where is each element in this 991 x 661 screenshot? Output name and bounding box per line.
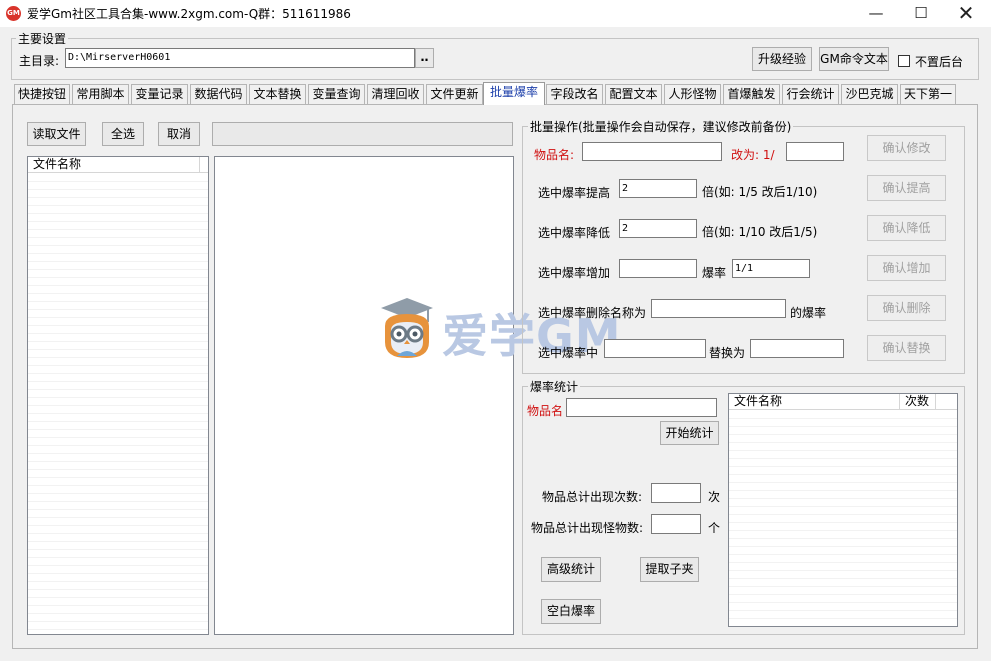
delete-label: 选中爆率删除名称为 bbox=[538, 306, 647, 320]
total-count-label: 物品总计出现次数: bbox=[542, 490, 643, 504]
raise-input[interactable]: 2 bbox=[619, 179, 697, 198]
tab-batch-droprate[interactable]: 批量爆率 bbox=[483, 82, 545, 105]
tab-world-first[interactable]: 天下第一 bbox=[900, 84, 956, 104]
file-list-header: 文件名称 bbox=[28, 157, 208, 173]
tab-data-codes[interactable]: 数据代码 bbox=[190, 84, 247, 104]
tab-variable-records[interactable]: 变量记录 bbox=[131, 84, 188, 104]
tab-common-scripts[interactable]: 常用脚本 bbox=[72, 84, 129, 104]
maximize-button[interactable]: ☐ bbox=[898, 0, 944, 27]
monster-count-unit: 个 bbox=[708, 521, 721, 535]
tab-variable-query[interactable]: 变量查询 bbox=[308, 84, 365, 104]
change-to-input[interactable] bbox=[786, 142, 844, 161]
window-title: 爱学Gm社区工具合集-www.2xgm.com-Q群：511611986 bbox=[27, 7, 351, 21]
file-name-column-header[interactable]: 文件名称 bbox=[28, 157, 200, 173]
tab-config-text[interactable]: 配置文本 bbox=[605, 84, 662, 104]
lower-input[interactable]: 2 bbox=[619, 219, 697, 238]
file-list[interactable]: 文件名称 bbox=[27, 156, 209, 635]
cancel-button[interactable]: 取消 bbox=[158, 122, 200, 146]
confirm-modify-button[interactable]: 确认修改 bbox=[867, 135, 946, 161]
blank-droprate-button[interactable]: 空白爆率 bbox=[541, 599, 601, 624]
no-background-checkbox[interactable] bbox=[898, 55, 910, 67]
rate-label: 爆率 bbox=[702, 266, 727, 280]
monster-count-input[interactable] bbox=[651, 514, 701, 534]
delete-name-input[interactable] bbox=[651, 299, 786, 318]
main-dir-label: 主目录: bbox=[19, 54, 60, 68]
replace-with-label: 替换为 bbox=[709, 346, 746, 360]
stats-count-column-header[interactable]: 次数 bbox=[900, 394, 936, 410]
main-settings-title: 主要设置 bbox=[16, 30, 69, 47]
tab-cleanup[interactable]: 清理回收 bbox=[367, 84, 424, 104]
select-all-button[interactable]: 全选 bbox=[102, 122, 144, 146]
batch-item-name-label: 物品名: bbox=[534, 148, 575, 162]
tab-field-rename[interactable]: 字段改名 bbox=[546, 84, 603, 104]
start-stats-button[interactable]: 开始统计 bbox=[660, 421, 719, 445]
stats-list-header: 文件名称 次数 bbox=[729, 394, 957, 410]
confirm-raise-button[interactable]: 确认提高 bbox=[867, 175, 946, 201]
total-count-unit: 次 bbox=[708, 490, 721, 504]
app-icon: GM bbox=[6, 6, 21, 21]
tab-quick-buttons[interactable]: 快捷按钮 bbox=[14, 84, 70, 104]
stats-result-list[interactable]: 文件名称 次数 bbox=[728, 393, 958, 627]
tab-humanoid-monster[interactable]: 人形怪物 bbox=[664, 84, 721, 104]
stats-list-rows bbox=[729, 411, 957, 626]
total-count-input[interactable] bbox=[651, 483, 701, 503]
tab-sabak-city[interactable]: 沙巴克城 bbox=[841, 84, 898, 104]
replace-from-input[interactable] bbox=[604, 339, 706, 358]
tab-guild-stats[interactable]: 行会统计 bbox=[782, 84, 839, 104]
raise-label: 选中爆率提高 bbox=[538, 186, 611, 200]
rate-input[interactable]: 1/1 bbox=[732, 259, 810, 278]
tab-text-replace[interactable]: 文本替换 bbox=[249, 84, 306, 104]
browse-button[interactable]: ‥ bbox=[415, 48, 434, 68]
batch-operation-title: 批量操作(批量操作会自动保存，建议修改前备份) bbox=[528, 118, 794, 135]
tab-file-update[interactable]: 文件更新 bbox=[426, 84, 483, 104]
confirm-delete-button[interactable]: 确认删除 bbox=[867, 295, 946, 321]
lower-label: 选中爆率降低 bbox=[538, 226, 611, 240]
gm-command-button[interactable]: GM命令文本 bbox=[819, 47, 889, 71]
confirm-add-button[interactable]: 确认增加 bbox=[867, 255, 946, 281]
file-content-area[interactable] bbox=[214, 156, 514, 635]
upgrade-exp-button[interactable]: 升级经验 bbox=[752, 47, 812, 71]
confirm-lower-button[interactable]: 确认降低 bbox=[867, 215, 946, 241]
raise-hint: 倍(如: 1/5 改后1/10) bbox=[702, 185, 818, 199]
minimize-button[interactable]: — bbox=[853, 0, 899, 27]
main-dir-input[interactable]: D:\MirserverH0601 bbox=[65, 48, 415, 68]
tab-first-drop-trigger[interactable]: 首爆触发 bbox=[723, 84, 780, 104]
replace-to-input[interactable] bbox=[750, 339, 844, 358]
monster-count-label: 物品总计出现怪物数: bbox=[531, 521, 644, 535]
confirm-replace-button[interactable]: 确认替换 bbox=[867, 335, 946, 361]
lower-hint: 倍(如: 1/10 改后1/5) bbox=[702, 225, 818, 239]
replace-label: 选中爆率中 bbox=[538, 346, 599, 360]
extract-subfolder-button[interactable]: 提取子夹 bbox=[640, 557, 699, 582]
advanced-stats-button[interactable]: 高级统计 bbox=[541, 557, 601, 582]
stats-group-title: 爆率统计 bbox=[528, 378, 581, 395]
add-input[interactable] bbox=[619, 259, 697, 278]
file-list-rows bbox=[28, 174, 208, 634]
close-button[interactable]: ✕ bbox=[943, 0, 989, 27]
delete-suffix-label: 的爆率 bbox=[790, 306, 827, 320]
stats-item-name-label: 物品名 bbox=[527, 404, 564, 418]
owl-logo-icon bbox=[381, 298, 433, 358]
stats-item-name-input[interactable] bbox=[566, 398, 717, 417]
change-to-label: 改为: 1/ bbox=[731, 148, 775, 162]
add-label: 选中爆率增加 bbox=[538, 266, 611, 280]
no-background-label: 不置后台 bbox=[915, 55, 964, 69]
blank-wide-button[interactable] bbox=[212, 122, 513, 146]
batch-item-name-input[interactable] bbox=[582, 142, 722, 161]
stats-file-column-header[interactable]: 文件名称 bbox=[729, 394, 900, 410]
read-file-button[interactable]: 读取文件 bbox=[27, 122, 86, 146]
